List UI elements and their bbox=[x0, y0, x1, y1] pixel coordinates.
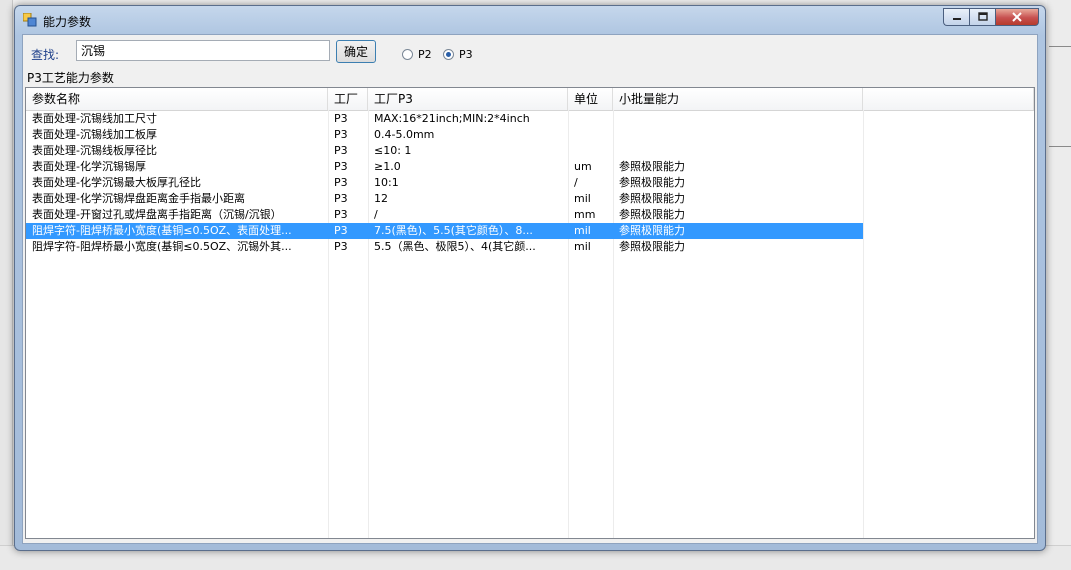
cell-unit: mil bbox=[574, 240, 591, 253]
table-header: 参数名称 工厂 工厂P3 单位 小批量能力 bbox=[26, 88, 1034, 111]
radio-p2-label: P2 bbox=[418, 48, 432, 61]
cell-factory: P3 bbox=[334, 128, 348, 141]
cell-small-batch bbox=[613, 127, 863, 143]
cell-factory: P3 bbox=[328, 223, 368, 239]
cell-factory: P3 bbox=[334, 176, 348, 189]
background-left-panel bbox=[0, 0, 13, 570]
close-icon bbox=[1012, 12, 1022, 22]
cell-small-batch: 参照极限能力 bbox=[619, 240, 685, 253]
cell-small-batch bbox=[613, 111, 863, 127]
column-header-unit[interactable]: 单位 bbox=[568, 88, 613, 110]
find-label: 查找: bbox=[31, 48, 60, 62]
parameter-table[interactable]: 参数名称 工厂 工厂P3 单位 小批量能力 表面处理-沉锡线加工尺寸 P3 MA… bbox=[25, 87, 1035, 539]
cell-small-batch: 参照极限能力 bbox=[619, 176, 685, 189]
cell-small-batch bbox=[613, 143, 863, 159]
cell-unit: / bbox=[574, 176, 578, 189]
table-body: 表面处理-沉锡线加工尺寸 P3 MAX:16*21inch;MIN:2*4inc… bbox=[26, 111, 1034, 255]
cell-p3: 10:1 bbox=[374, 176, 399, 189]
background-divider bbox=[1049, 46, 1071, 47]
maximize-button[interactable] bbox=[969, 8, 995, 26]
cell-p3: ≤10: 1 bbox=[374, 144, 412, 157]
cell-name: 表面处理-化学沉锡最大板厚孔径比 bbox=[32, 176, 201, 189]
column-header-factory-p3[interactable]: 工厂P3 bbox=[368, 88, 568, 110]
cell-name: 表面处理-化学沉锡焊盘距离金手指最小距离 bbox=[32, 192, 245, 205]
cell-p3: 12 bbox=[374, 192, 388, 205]
cell-p3: / bbox=[374, 208, 378, 221]
table-row[interactable]: 表面处理-沉锡线板厚径比 P3 ≤10: 1 bbox=[26, 143, 1034, 159]
cell-small-batch: 参照极限能力 bbox=[619, 208, 685, 221]
cell-unit: um bbox=[574, 160, 592, 173]
app-window-icon bbox=[23, 13, 37, 27]
column-header-small-batch[interactable]: 小批量能力 bbox=[613, 88, 863, 110]
background-right-panel bbox=[1047, 0, 1071, 570]
minimize-button[interactable] bbox=[943, 8, 969, 26]
cell-factory: P3 bbox=[334, 112, 348, 125]
cell-factory: P3 bbox=[334, 160, 348, 173]
cell-unit: mm bbox=[574, 208, 596, 221]
radio-p3-label: P3 bbox=[459, 48, 473, 61]
cell-p3: MAX:16*21inch;MIN:2*4inch bbox=[374, 112, 530, 125]
search-input[interactable] bbox=[76, 40, 330, 61]
window-title: 能力参数 bbox=[43, 15, 92, 29]
cell-p3: 5.5（黑色、极限5）、4(其它颜... bbox=[374, 240, 536, 253]
cell-p3: 7.5(黑色)、5.5(其它颜色）、8... bbox=[368, 223, 568, 239]
table-row[interactable]: 表面处理-开窗过孔或焊盘离手指距离（沉锡/沉银） P3 / mm 参照极限能力 bbox=[26, 207, 1034, 223]
radio-p2[interactable]: P2 bbox=[402, 48, 432, 61]
table-row[interactable]: 表面处理-化学沉锡锡厚 P3 ≥1.0 um 参照极限能力 bbox=[26, 159, 1034, 175]
section-label: P3工艺能力参数 bbox=[27, 71, 114, 85]
cell-name: 表面处理-沉锡线加工尺寸 bbox=[32, 112, 157, 125]
table-row[interactable]: 阻焊字符-阻焊桥最小宽度(基铜≤0.5OZ、沉锡外其... P3 5.5（黑色、… bbox=[26, 239, 1034, 255]
cell-small-batch: 参照极限能力 bbox=[619, 160, 685, 173]
table-row[interactable]: 表面处理-沉锡线加工尺寸 P3 MAX:16*21inch;MIN:2*4inc… bbox=[26, 111, 1034, 127]
cell-name: 阻焊字符-阻焊桥最小宽度(基铜≤0.5OZ、表面处理... bbox=[26, 223, 328, 239]
cell-factory: P3 bbox=[334, 192, 348, 205]
background-divider bbox=[1049, 146, 1071, 147]
cell-name: 阻焊字符-阻焊桥最小宽度(基铜≤0.5OZ、沉锡外其... bbox=[32, 240, 292, 253]
minimize-icon bbox=[952, 18, 961, 20]
cell-name: 表面处理-开窗过孔或焊盘离手指距离（沉锡/沉银） bbox=[32, 208, 282, 221]
cell-unit bbox=[568, 143, 613, 159]
cell-p3: 0.4-5.0mm bbox=[374, 128, 435, 141]
table-row[interactable]: 表面处理-沉锡线加工板厚 P3 0.4-5.0mm bbox=[26, 127, 1034, 143]
radio-p2-indicator[interactable] bbox=[402, 49, 413, 60]
column-header-factory[interactable]: 工厂 bbox=[328, 88, 368, 110]
cell-unit bbox=[568, 127, 613, 143]
cell-factory: P3 bbox=[334, 144, 348, 157]
table-row[interactable]: 表面处理-化学沉锡最大板厚孔径比 P3 10:1 / 参照极限能力 bbox=[26, 175, 1034, 191]
cell-p3: ≥1.0 bbox=[374, 160, 401, 173]
dialog-client-area: 查找: 确定 P2 P3 P3工艺能力参数 参数名称 工厂 工厂P3 单位 小批… bbox=[22, 34, 1038, 544]
column-header-name[interactable]: 参数名称 bbox=[26, 88, 328, 110]
table-row[interactable]: 表面处理-化学沉锡焊盘距离金手指最小距离 P3 12 mil 参照极限能力 bbox=[26, 191, 1034, 207]
radio-p3[interactable]: P3 bbox=[443, 48, 473, 61]
capability-dialog: 能力参数 查找: 确定 P2 P3 P3工艺能力参数 参 bbox=[14, 5, 1046, 551]
close-button[interactable] bbox=[995, 8, 1039, 26]
cell-small-batch: 参照极限能力 bbox=[613, 223, 863, 239]
cell-small-batch: 参照极限能力 bbox=[619, 192, 685, 205]
cell-factory: P3 bbox=[334, 208, 348, 221]
column-header-spacer bbox=[863, 88, 1034, 110]
cell-factory: P3 bbox=[334, 240, 348, 253]
confirm-button[interactable]: 确定 bbox=[336, 40, 376, 63]
title-bar[interactable]: 能力参数 bbox=[15, 6, 1045, 34]
cell-unit: mil bbox=[568, 223, 613, 239]
caption-buttons bbox=[943, 8, 1039, 28]
cell-name: 表面处理-化学沉锡锡厚 bbox=[32, 160, 146, 173]
table-row-selected[interactable]: 阻焊字符-阻焊桥最小宽度(基铜≤0.5OZ、表面处理... P3 7.5(黑色)… bbox=[26, 223, 1034, 239]
cell-name: 表面处理-沉锡线加工板厚 bbox=[32, 128, 157, 141]
maximize-icon bbox=[977, 12, 988, 21]
cell-unit: mil bbox=[574, 192, 591, 205]
radio-p3-indicator[interactable] bbox=[443, 49, 454, 60]
cell-unit bbox=[568, 111, 613, 127]
cell-name: 表面处理-沉锡线板厚径比 bbox=[32, 144, 157, 157]
